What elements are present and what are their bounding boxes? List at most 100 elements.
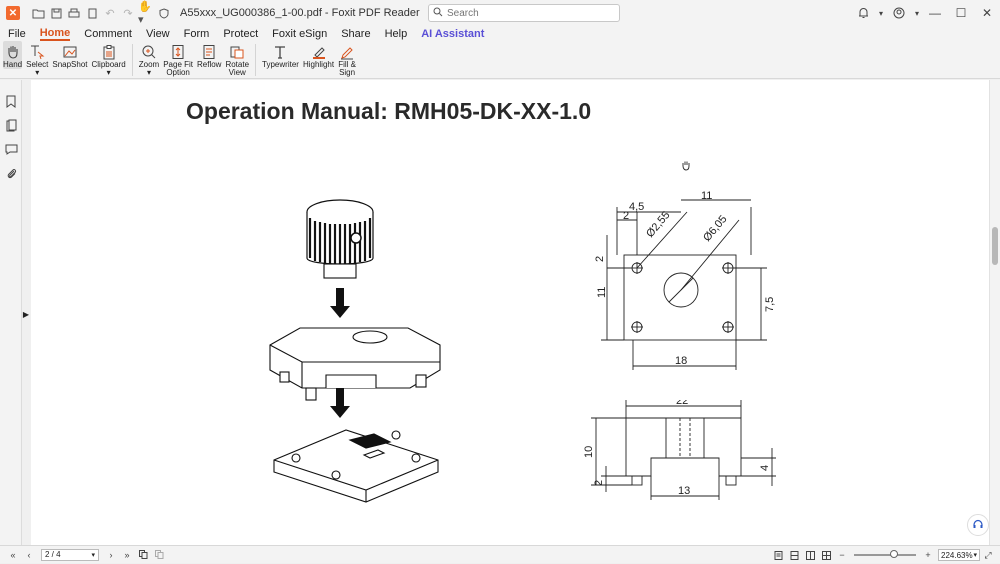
next-page-icon[interactable]: ›	[104, 548, 118, 562]
assembly-drawing	[269, 199, 441, 503]
help-support-button[interactable]	[967, 514, 989, 536]
zoom-button[interactable]: Zoom ▾	[139, 41, 159, 77]
typewriter-button[interactable]: Typewriter	[262, 41, 299, 69]
rotate-view-button[interactable]: Rotate View	[225, 41, 249, 77]
shield-icon[interactable]	[156, 5, 172, 21]
zoom-in-icon[interactable]: +	[921, 548, 935, 562]
ribbon-divider	[131, 44, 133, 76]
ribbon-toolbar: Hand Select ▾ SnapShot Clipboard ▾ Zoom …	[0, 41, 1000, 79]
attachment-icon[interactable]	[0, 162, 22, 184]
menu-bar: File Home Comment View Form Protect Foxi…	[0, 26, 1000, 41]
page-title: Operation Manual: RMH05-DK-XX-1.0	[186, 98, 592, 124]
bell-icon[interactable]	[850, 0, 876, 26]
account-dropdown-icon[interactable]: ▾	[912, 0, 922, 26]
page-fit-option-button[interactable]: Page Fit Option	[163, 41, 193, 77]
first-page-icon[interactable]: «	[6, 548, 20, 562]
scrollbar-thumb[interactable]	[992, 227, 998, 265]
page-fit-icon	[169, 43, 187, 61]
snapshot-icon	[61, 43, 79, 61]
vertical-scrollbar[interactable]	[989, 80, 1000, 545]
last-page-icon[interactable]: »	[120, 548, 134, 562]
chevron-down-icon: ▾	[35, 68, 40, 77]
knob-drawing	[306, 199, 374, 279]
search-box[interactable]	[428, 4, 620, 22]
comments-icon[interactable]	[0, 138, 22, 160]
tab-home[interactable]: Home	[39, 27, 71, 41]
notification-dropdown-icon[interactable]: ▾	[876, 0, 886, 26]
dim-2-side: 2	[593, 480, 605, 486]
reflow-icon	[200, 43, 218, 61]
page-thumbnails-icon[interactable]	[0, 114, 22, 136]
dim-7-5: 7,5	[764, 297, 776, 312]
tab-ai-assistant[interactable]: AI Assistant	[421, 28, 484, 40]
quick-access-toolbar: ↶ ↷ ✋▾	[30, 1, 172, 26]
page-number-field[interactable]: 2 / 4 ▾	[41, 548, 99, 561]
minimize-icon[interactable]: —	[922, 0, 948, 26]
page-icon[interactable]	[84, 5, 100, 21]
maximize-icon[interactable]: ☐	[948, 0, 974, 26]
reflow-button[interactable]: Reflow	[197, 41, 221, 69]
headset-icon	[973, 519, 983, 528]
undo-icon[interactable]: ↶	[102, 5, 118, 21]
select-tool-button[interactable]: Select ▾	[26, 41, 48, 77]
status-bar: « ‹ 2 / 4 ▾ › » − + 224.63% ▾ ⤢	[0, 545, 1000, 563]
tab-foxit-esign[interactable]: Foxit eSign	[272, 28, 327, 40]
tab-form[interactable]: Form	[184, 28, 210, 40]
hand-tool-button[interactable]: Hand	[3, 41, 23, 69]
fill-sign-button[interactable]: Fill & Sign	[338, 41, 356, 77]
dim-diameter-2-55: Ø2,55	[644, 209, 672, 240]
tab-help[interactable]: Help	[385, 28, 408, 40]
save-icon[interactable]	[48, 5, 64, 21]
clipboard-button[interactable]: Clipboard ▾	[92, 41, 126, 77]
zoom-out-icon[interactable]: −	[835, 548, 849, 562]
dim-11-left: 11	[596, 287, 608, 298]
dim-4-5: 4,5	[629, 201, 644, 213]
chevron-down-icon: ▾	[146, 68, 151, 77]
expand-panel-icon[interactable]: ▶	[22, 308, 30, 320]
continuous-facing-view-icon[interactable]	[819, 548, 833, 562]
chevron-down-icon: ▾	[973, 552, 977, 559]
clipboard-icon	[100, 43, 118, 61]
two-page-icon[interactable]	[152, 548, 166, 562]
window-controls: ▾ ▾ — ☐ ✕	[850, 0, 1000, 26]
pen-icon	[338, 43, 356, 61]
copy-page-icon[interactable]	[136, 548, 150, 562]
print-icon[interactable]	[66, 5, 82, 21]
tab-share[interactable]: Share	[341, 28, 370, 40]
tab-file[interactable]: File	[8, 28, 26, 40]
highlight-icon	[310, 43, 328, 61]
window-title: A55xxx_UG000386_1-00.pdf - Foxit PDF Rea…	[180, 7, 420, 19]
tab-protect[interactable]: Protect	[223, 28, 258, 40]
bookmark-icon[interactable]	[0, 90, 22, 112]
zoom-level-field[interactable]: 224.63% ▾	[938, 549, 980, 561]
navigation-panel	[0, 80, 22, 545]
dim-22: 22	[676, 400, 688, 407]
ribbon-divider	[255, 44, 257, 76]
hand-tool-dropdown-icon[interactable]: ✋▾	[138, 1, 154, 26]
continuous-view-icon[interactable]	[787, 548, 801, 562]
zoom-slider[interactable]	[854, 550, 916, 558]
snapshot-button[interactable]: SnapShot	[52, 41, 88, 69]
view-controls: − + 224.63% ▾ ⤢	[770, 546, 996, 564]
dim-diameter-6-05: Ø6,05	[701, 213, 729, 244]
previous-page-icon[interactable]: ‹	[22, 548, 36, 562]
foxit-logo-icon[interactable]: ✕	[6, 6, 20, 20]
close-icon[interactable]: ✕	[974, 0, 1000, 26]
search-input[interactable]	[447, 7, 607, 19]
tab-view[interactable]: View	[146, 28, 170, 40]
typewriter-icon	[271, 43, 289, 61]
highlight-button[interactable]: Highlight	[303, 41, 334, 69]
facing-view-icon[interactable]	[803, 548, 817, 562]
tab-comment[interactable]: Comment	[84, 28, 132, 40]
fullscreen-icon[interactable]: ⤢	[981, 548, 995, 562]
document-viewport[interactable]: Operation Manual: RMH05-DK-XX-1.0 4,5 2 …	[31, 80, 989, 545]
redo-icon[interactable]: ↷	[120, 5, 136, 21]
title-bar: ✕ ↶ ↷ ✋▾ A55xxx_UG000386_1-00.pdf - Foxi…	[0, 0, 1000, 26]
zoom-slider-thumb[interactable]	[890, 550, 898, 558]
account-icon[interactable]	[886, 0, 912, 26]
dim-18: 18	[675, 355, 687, 367]
single-page-view-icon[interactable]	[771, 548, 785, 562]
side-view-drawing: 22 10 2 4 13	[583, 400, 776, 500]
open-folder-icon[interactable]	[30, 5, 46, 21]
rotate-icon	[228, 43, 246, 61]
